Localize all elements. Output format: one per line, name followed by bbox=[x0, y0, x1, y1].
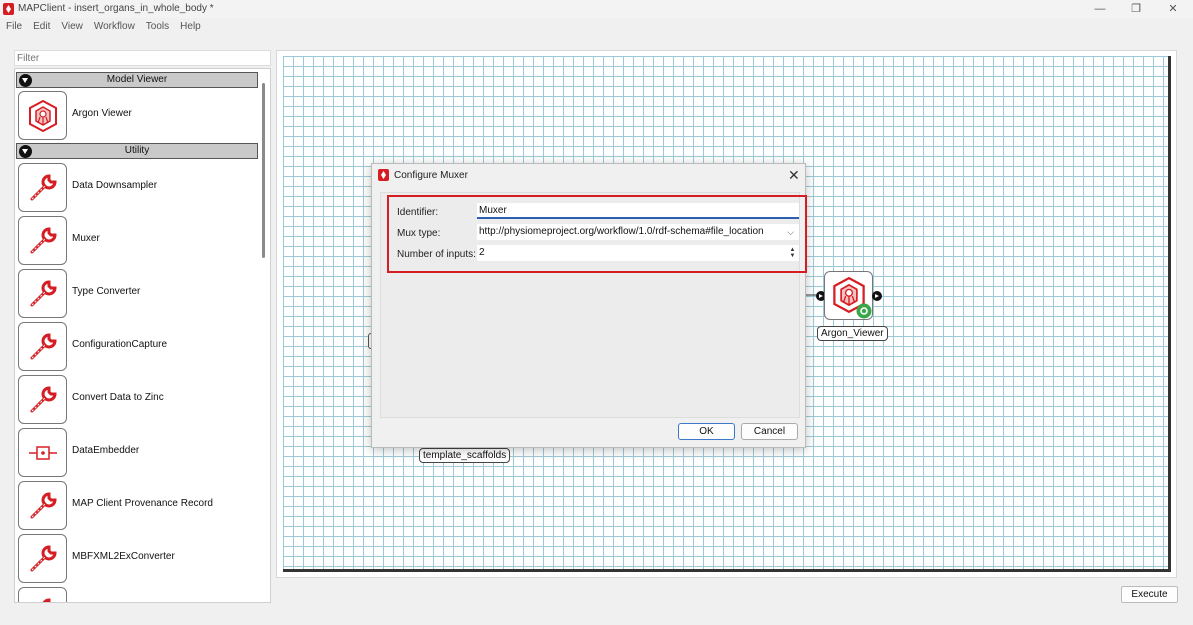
close-window-button[interactable]: ✕ bbox=[1166, 2, 1180, 16]
step-label: ConfigurationCapture bbox=[72, 339, 168, 350]
minimize-button[interactable]: — bbox=[1093, 2, 1107, 16]
wrench-icon bbox=[18, 587, 67, 602]
number-of-inputs-label: Number of inputs: bbox=[397, 249, 476, 260]
step-label: DataEmbedder bbox=[72, 445, 140, 456]
wrench-icon bbox=[18, 269, 67, 318]
step-label: Data Downsampler bbox=[72, 180, 158, 191]
palette-step-convert-data-to-zinc[interactable]: Convert Data to Zinc bbox=[17, 374, 257, 425]
menu-view[interactable]: View bbox=[55, 19, 88, 35]
ok-button[interactable]: OK bbox=[678, 423, 735, 440]
configured-gear-icon bbox=[856, 303, 872, 319]
mux-type-select[interactable]: http://physiomeproject.org/workflow/1.0/… bbox=[477, 224, 799, 240]
close-icon[interactable]: ✕ bbox=[788, 167, 800, 184]
wrench-icon bbox=[18, 534, 67, 583]
argon-viewer-icon bbox=[18, 91, 67, 140]
mux-type-value: http://physiomeproject.org/workflow/1.0/… bbox=[479, 226, 764, 237]
cancel-button[interactable]: Cancel bbox=[741, 423, 798, 440]
menu-tools[interactable]: Tools bbox=[140, 19, 174, 35]
app-logo-icon bbox=[378, 169, 389, 181]
palette-step-configuration-capture[interactable]: ConfigurationCapture bbox=[17, 321, 257, 372]
wrench-icon bbox=[18, 481, 67, 530]
node-label-template-scaffolds: template_scaffolds bbox=[419, 448, 511, 463]
identifier-value: Muxer bbox=[479, 205, 507, 216]
number-of-inputs-value: 2 bbox=[479, 247, 485, 258]
app-logo-icon bbox=[3, 3, 14, 15]
category-header-model-viewer[interactable]: Model Viewer bbox=[16, 72, 258, 88]
category-label: Utility bbox=[124, 145, 150, 156]
filter-input[interactable] bbox=[15, 51, 270, 65]
category-header-utility[interactable]: Utility bbox=[16, 143, 258, 159]
palette-step-data-downsampler[interactable]: Data Downsampler bbox=[17, 162, 257, 213]
restore-button[interactable]: ❐ bbox=[1129, 2, 1143, 16]
menu-bar: File Edit View Workflow Tools Help bbox=[0, 19, 206, 35]
number-of-inputs-spinbox[interactable]: 2 ▲ ▼ bbox=[477, 245, 799, 261]
mux-type-label: Mux type: bbox=[397, 228, 441, 239]
step-palette: Model Viewer Argon Viewer Utility Data D… bbox=[14, 68, 271, 603]
palette-step-type-converter[interactable]: Type Converter bbox=[17, 268, 257, 319]
window-title: MAPClient - insert_organs_in_whole_body … bbox=[18, 3, 214, 14]
node-label-argon-viewer: Argon_Viewer bbox=[817, 326, 888, 341]
menu-help[interactable]: Help bbox=[174, 19, 206, 35]
menu-file[interactable]: File bbox=[0, 19, 27, 35]
palette-step-data-embedder[interactable]: DataEmbedder bbox=[17, 427, 257, 478]
identifier-label: Identifier: bbox=[397, 207, 439, 218]
step-label: Muxer bbox=[72, 233, 100, 244]
output-port[interactable] bbox=[872, 291, 882, 301]
collapse-icon[interactable] bbox=[19, 145, 32, 158]
wrench-icon bbox=[18, 163, 67, 212]
palette-step-partial[interactable] bbox=[17, 586, 257, 602]
collapse-icon[interactable] bbox=[19, 74, 32, 87]
spin-arrows-icon[interactable]: ▲ ▼ bbox=[789, 247, 796, 259]
wrench-icon bbox=[18, 375, 67, 424]
dialog-title: Configure Muxer bbox=[394, 170, 468, 181]
filter-box bbox=[14, 50, 271, 66]
palette-step-mbfxml2exconverter[interactable]: MBFXML2ExConverter bbox=[17, 533, 257, 584]
title-bar: MAPClient - insert_organs_in_whole_body … bbox=[0, 0, 1193, 18]
menu-workflow[interactable]: Workflow bbox=[88, 19, 140, 35]
category-label: Model Viewer bbox=[106, 74, 168, 85]
step-label: Convert Data to Zinc bbox=[72, 392, 164, 403]
workflow-node-argon-viewer[interactable] bbox=[824, 271, 873, 320]
step-label: MAP Client Provenance Record bbox=[72, 498, 213, 509]
palette-step-muxer[interactable]: Muxer bbox=[17, 215, 257, 266]
chevron-down-icon: ⌵ bbox=[787, 227, 794, 237]
step-label: MBFXML2ExConverter bbox=[72, 551, 175, 562]
identifier-field[interactable]: Muxer bbox=[477, 203, 799, 219]
dialog-body: Identifier: Muxer Mux type: http://physi… bbox=[380, 192, 807, 418]
palette-scrollbar-thumb[interactable] bbox=[262, 83, 265, 258]
step-label: Argon Viewer bbox=[72, 108, 132, 119]
menu-edit[interactable]: Edit bbox=[27, 19, 55, 35]
wrench-icon bbox=[18, 322, 67, 371]
wrench-icon bbox=[18, 216, 67, 265]
step-label: Type Converter bbox=[72, 286, 141, 297]
configure-muxer-dialog: Configure Muxer ✕ Identifier: Muxer Mux … bbox=[371, 163, 807, 448]
execute-button[interactable]: Execute bbox=[1121, 586, 1178, 603]
palette-step-argon-viewer[interactable]: Argon Viewer bbox=[17, 90, 257, 141]
embedder-icon bbox=[18, 428, 67, 477]
palette-step-provenance-record[interactable]: MAP Client Provenance Record bbox=[17, 480, 257, 531]
